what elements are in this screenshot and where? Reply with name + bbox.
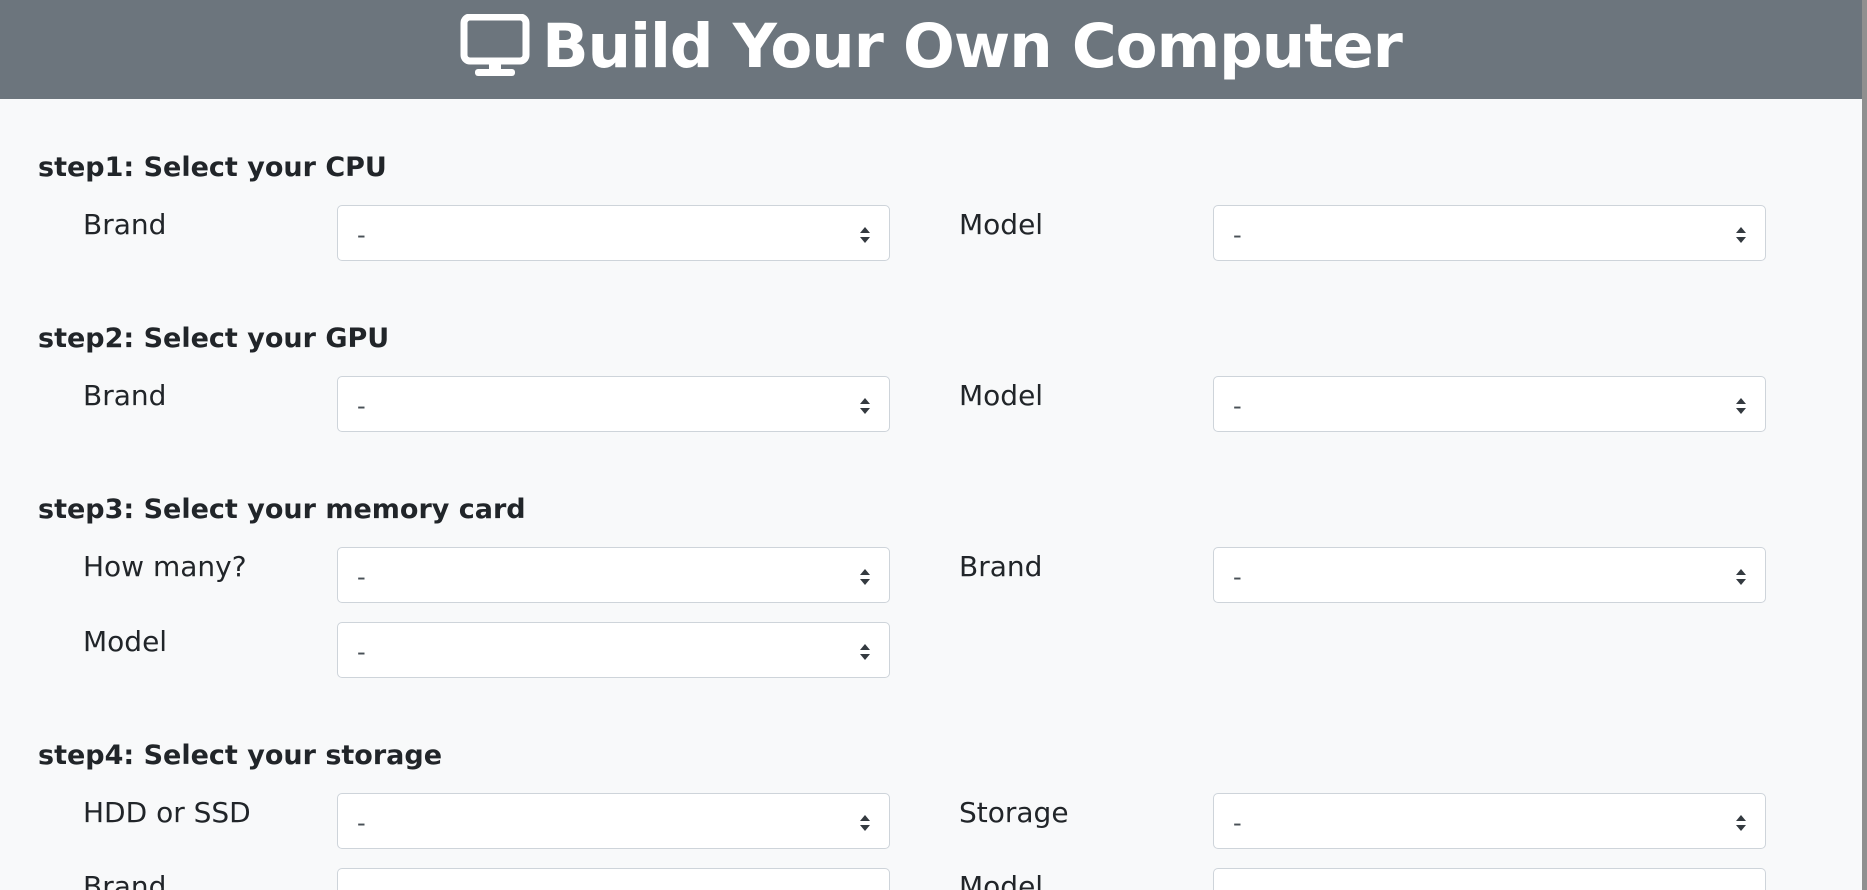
gpu-model-label: Model <box>959 379 1044 412</box>
page-title: Build Your Own Computer <box>542 11 1403 82</box>
sort-arrows-icon <box>860 569 870 585</box>
gpu-brand-select[interactable]: - <box>337 376 890 432</box>
select-value: - <box>357 221 366 249</box>
cpu-brand-label: Brand <box>83 208 167 241</box>
storage-model-label: Model <box>959 870 1044 890</box>
memory-model-label: Model <box>83 625 168 658</box>
scrollbar-thumb[interactable] <box>1862 0 1867 890</box>
storage-capacity-label: Storage <box>959 796 1069 829</box>
cpu-brand-select[interactable]: - <box>337 205 890 261</box>
select-value: - <box>1233 392 1242 420</box>
sort-arrows-icon <box>860 815 870 831</box>
step4-title: step4: Select your storage <box>38 740 443 771</box>
storage-model-select[interactable] <box>1213 868 1766 890</box>
cpu-model-label: Model <box>959 208 1044 241</box>
sort-arrows-icon <box>860 398 870 414</box>
storage-capacity-select[interactable]: - <box>1213 793 1766 849</box>
select-value: - <box>357 392 366 420</box>
storage-brand-label: Brand <box>83 870 167 890</box>
memory-brand-select[interactable]: - <box>1213 547 1766 603</box>
sort-arrows-icon <box>1736 227 1746 243</box>
sort-arrows-icon <box>1736 398 1746 414</box>
gpu-brand-label: Brand <box>83 379 167 412</box>
page-header: Build Your Own Computer <box>0 0 1862 99</box>
select-value: - <box>357 563 366 591</box>
scrollbar-track[interactable] <box>1862 0 1867 890</box>
select-value: - <box>357 638 366 666</box>
sort-arrows-icon <box>860 227 870 243</box>
step2-title: step2: Select your GPU <box>38 323 390 354</box>
sort-arrows-icon <box>860 644 870 660</box>
storage-brand-select[interactable] <box>337 868 890 890</box>
step1-title: step1: Select your CPU <box>38 152 387 183</box>
sort-arrows-icon <box>1736 569 1746 585</box>
storage-type-label: HDD or SSD <box>83 796 251 829</box>
memory-count-label: How many? <box>83 550 247 583</box>
storage-type-select[interactable]: - <box>337 793 890 849</box>
select-value: - <box>357 809 366 837</box>
desktop-monitor-icon <box>460 13 530 76</box>
select-value: - <box>1233 563 1242 591</box>
step3-title: step3: Select your memory card <box>38 494 526 525</box>
memory-brand-label: Brand <box>959 550 1043 583</box>
memory-count-select[interactable]: - <box>337 547 890 603</box>
select-value: - <box>1233 221 1242 249</box>
memory-model-select[interactable]: - <box>337 622 890 678</box>
gpu-model-select[interactable]: - <box>1213 376 1766 432</box>
cpu-model-select[interactable]: - <box>1213 205 1766 261</box>
sort-arrows-icon <box>1736 815 1746 831</box>
select-value: - <box>1233 809 1242 837</box>
